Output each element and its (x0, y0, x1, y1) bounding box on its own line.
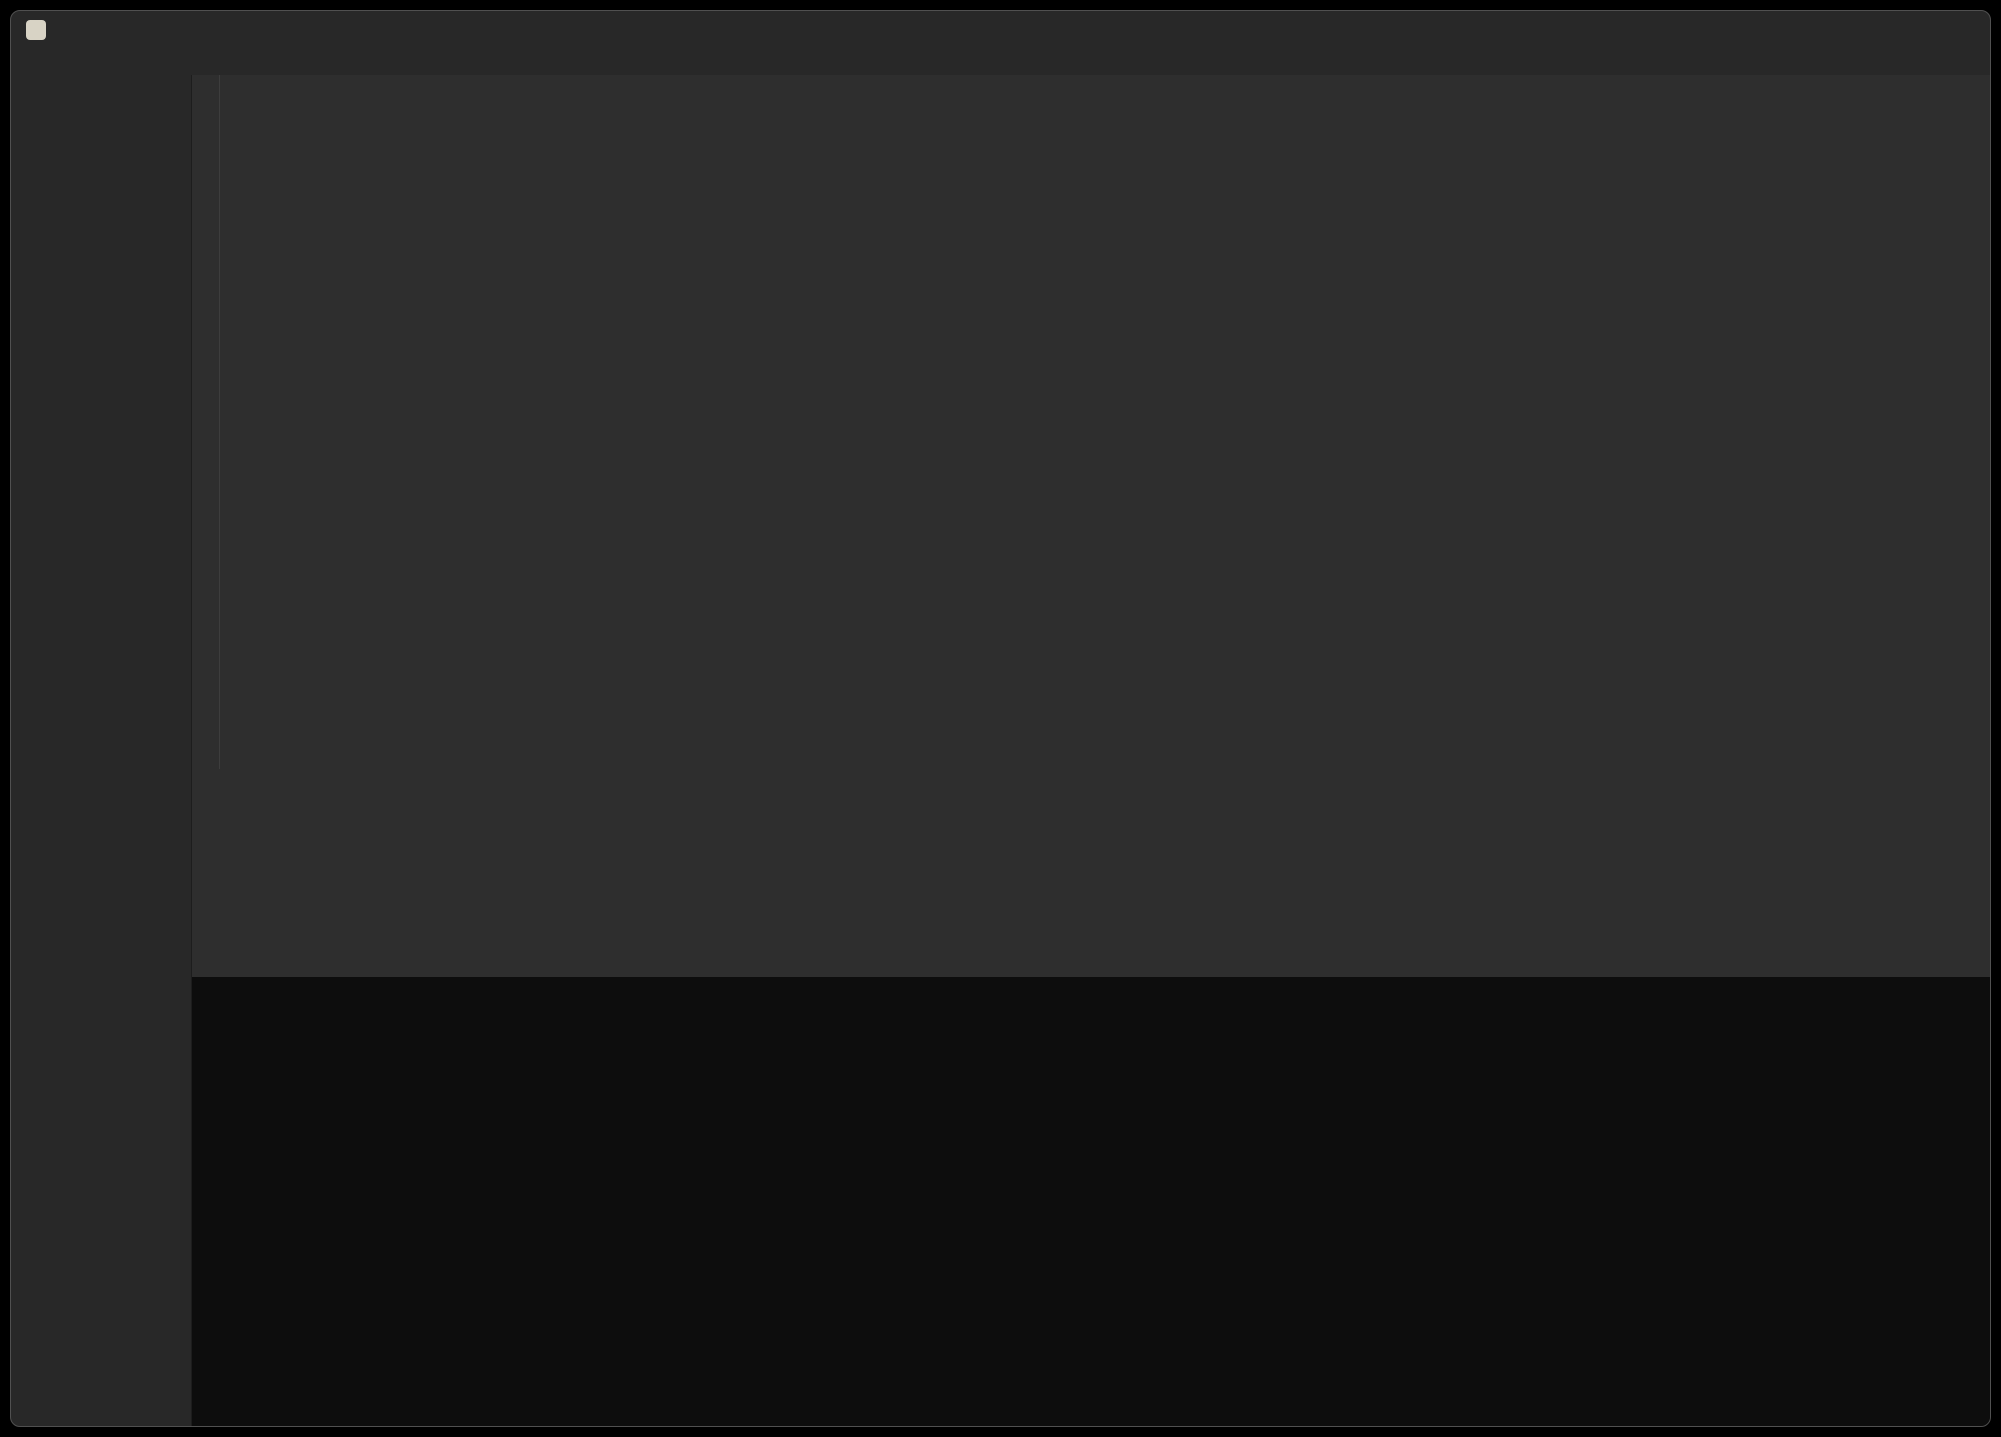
file-explorer-sidebar (11, 75, 192, 1426)
file-tree[interactable] (11, 91, 191, 1426)
log-console[interactable] (192, 977, 1990, 1426)
editor-pane (192, 75, 1990, 977)
menu-bar (11, 49, 1990, 75)
content-area (11, 75, 1990, 1426)
main-pane (192, 75, 1990, 1426)
gutter-separator (219, 75, 220, 769)
breadcrumb[interactable] (11, 81, 191, 91)
code-editor[interactable] (192, 75, 1990, 769)
desktop (0, 0, 2001, 1437)
about-panel (1037, 330, 1597, 383)
clide-window (10, 10, 1991, 1427)
title-bar[interactable] (11, 11, 1990, 49)
app-icon (26, 20, 46, 40)
